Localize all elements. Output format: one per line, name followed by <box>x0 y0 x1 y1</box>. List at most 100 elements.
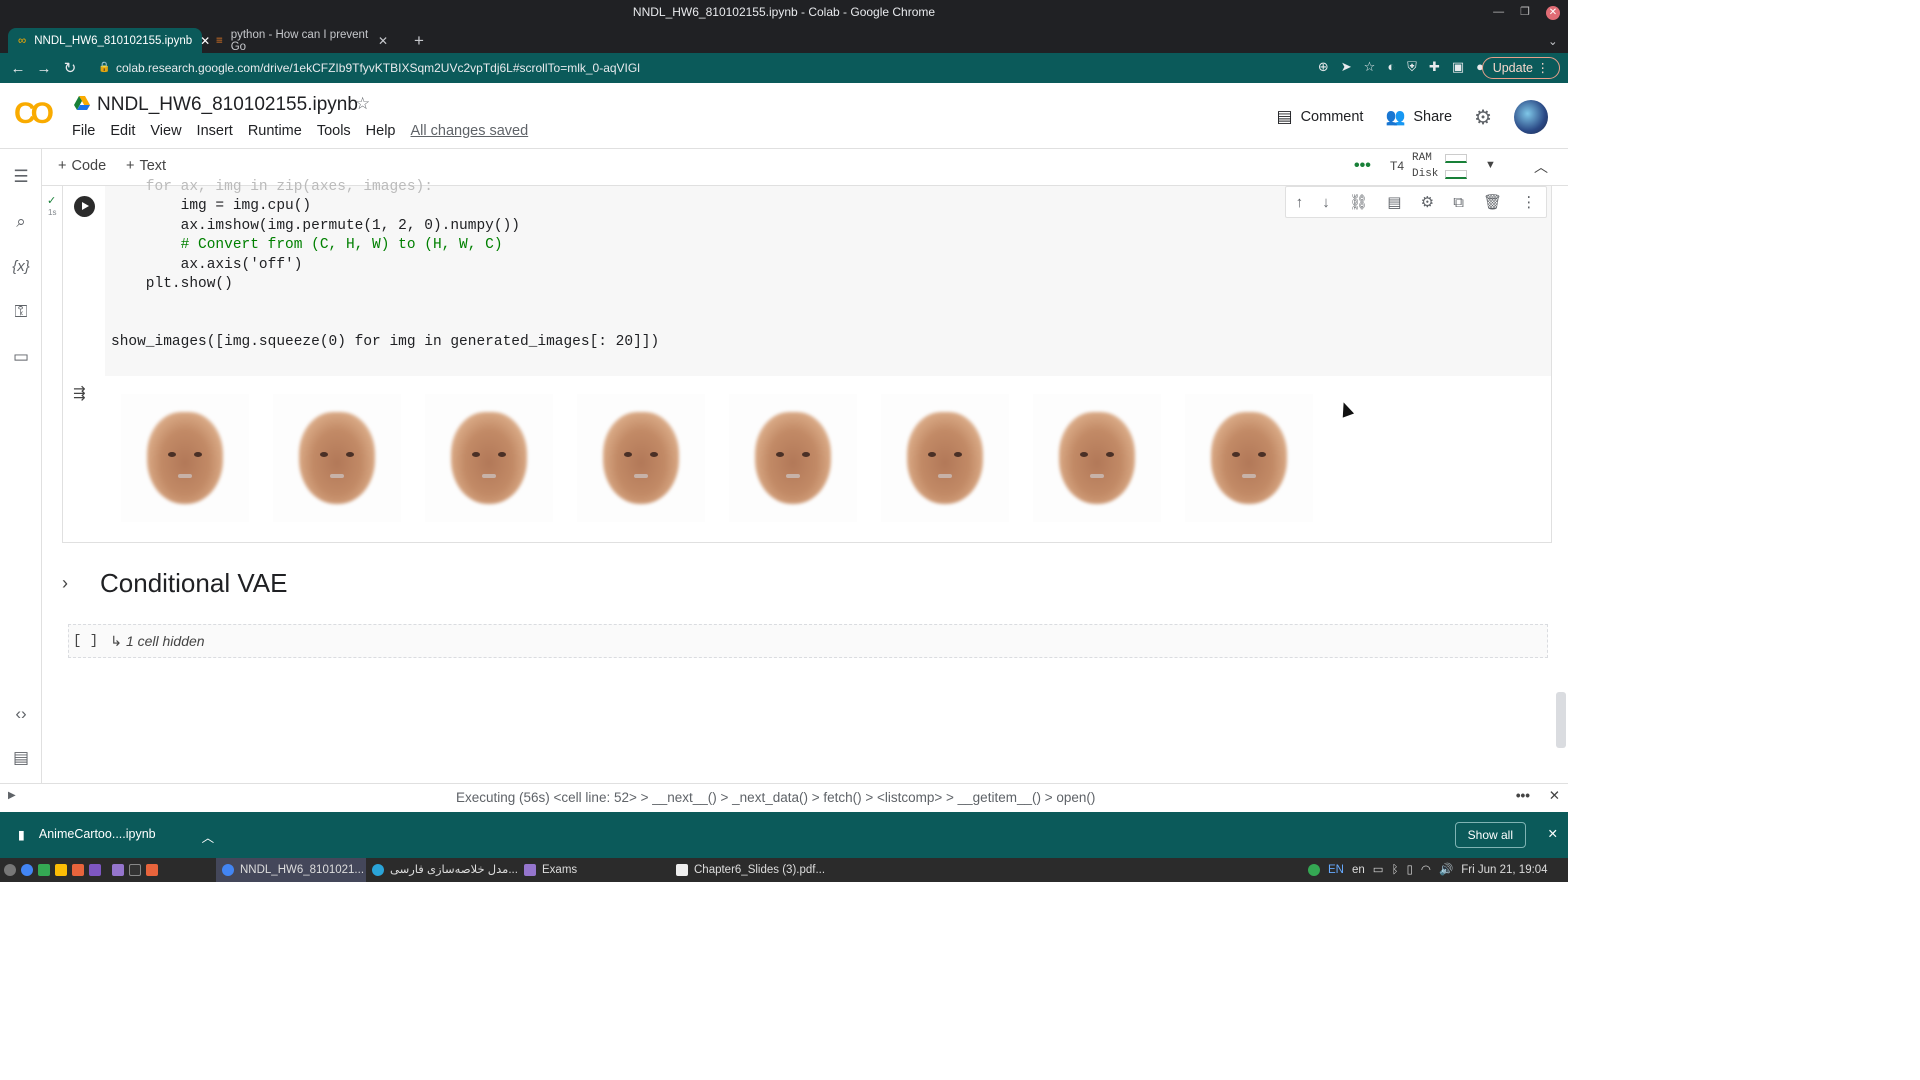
tab-stackoverflow[interactable]: ≡ python - How can I prevent Go ✕ <box>206 28 398 53</box>
close-shelf-icon[interactable]: ✕ <box>1548 826 1558 841</box>
menu-runtime[interactable]: Runtime <box>248 123 302 139</box>
extension-icon[interactable]: ◐ <box>1387 59 1395 75</box>
run-cell-button[interactable] <box>74 196 95 217</box>
forward-icon[interactable]: → <box>31 60 57 77</box>
runtime-dropdown-icon[interactable]: ▼ <box>1485 159 1496 171</box>
mirror-cell-icon[interactable]: ⧉ <box>1453 194 1464 211</box>
monitor-icon[interactable]: ▭ <box>1373 858 1384 882</box>
terminal-icon[interactable] <box>129 864 141 876</box>
clock[interactable]: Fri Jun 21, 19:04 <box>1461 858 1547 882</box>
code-snippets-icon[interactable]: ‹› <box>10 703 32 725</box>
taskbar-item-colab[interactable]: NNDL_HW6_8101021... <box>216 858 366 882</box>
delete-icon[interactable]: 🗑 <box>1483 193 1502 211</box>
move-up-icon[interactable]: ↑ <box>1296 194 1304 211</box>
menu-insert[interactable]: Insert <box>197 123 233 139</box>
chevron-right-icon[interactable]: › <box>62 573 82 594</box>
puzzle-icon[interactable]: ✚ <box>1429 59 1440 75</box>
collapse-header-icon[interactable]: ︿ <box>1534 157 1548 177</box>
expand-status-icon[interactable]: ▶ <box>8 790 16 801</box>
colab-logo[interactable]: CO <box>14 97 54 131</box>
ram-meter[interactable] <box>1445 154 1467 163</box>
cell-settings-icon[interactable]: ⚙ <box>1421 193 1434 211</box>
maximize-icon[interactable]: ❐ <box>1520 0 1530 25</box>
window-title: NNDL_HW6_810102155.ipynb - Colab - Googl… <box>632 5 936 19</box>
wifi-icon[interactable]: ◠ <box>1421 858 1431 882</box>
zoom-icon[interactable]: ⊕ <box>1318 59 1329 75</box>
chrome-icon[interactable] <box>21 864 33 876</box>
bookmark-star-icon[interactable]: ☆ <box>1364 59 1376 75</box>
send-icon[interactable]: ➤ <box>1341 59 1352 75</box>
avatar[interactable] <box>1514 100 1548 134</box>
variables-icon[interactable]: {x} <box>10 256 32 278</box>
add-text-button[interactable]: + Text <box>126 158 166 174</box>
volume-icon[interactable]: 🔊 <box>1439 858 1453 882</box>
disk-meter[interactable] <box>1445 170 1467 179</box>
add-code-button[interactable]: + Code <box>58 158 106 174</box>
sync-icon[interactable] <box>1308 864 1320 876</box>
folder-icon[interactable] <box>112 864 124 876</box>
more-vert-icon[interactable]: ⋮ <box>1521 193 1536 211</box>
menu-help[interactable]: Help <box>366 123 396 139</box>
hidden-cells-bar[interactable]: [ ] ↳ 1 cell hidden <box>68 624 1548 658</box>
tab-search-icon[interactable]: ⌄ <box>1538 28 1564 53</box>
link-icon[interactable]: ⛓ <box>1349 193 1368 211</box>
comment-button[interactable]: ▤ Comment <box>1277 107 1364 127</box>
close-window-icon[interactable]: ✕ <box>1546 5 1560 20</box>
scrollbar[interactable] <box>1556 692 1566 748</box>
move-down-icon[interactable]: ↓ <box>1322 194 1330 211</box>
reload-icon[interactable]: ↻ <box>57 59 83 77</box>
section-heading[interactable]: › Conditional VAE <box>62 568 287 599</box>
command-palette-icon[interactable]: ▤ <box>10 747 32 769</box>
settings-gear-icon[interactable]: ⚙ <box>1474 105 1492 130</box>
menu-tools[interactable]: Tools <box>317 123 351 139</box>
colab-tab-icon: ∞ <box>18 34 27 47</box>
show-all-button[interactable]: Show all <box>1454 822 1526 848</box>
minimize-icon[interactable]: — <box>1493 0 1504 25</box>
menu-view[interactable]: View <box>150 123 181 139</box>
people-icon: 👥 <box>1385 109 1406 126</box>
menu-file[interactable]: File <box>72 123 95 139</box>
files-folder-icon[interactable]: ▭ <box>10 346 32 368</box>
bluetooth-icon[interactable]: ᛒ <box>1392 858 1399 882</box>
table-of-contents-icon[interactable]: ☰ <box>10 166 32 188</box>
left-sidebar: ☰ ⌕ {x} ⚿ ▭ ‹› ▤ <box>0 149 42 783</box>
battery-icon[interactable]: ▯ <box>1407 858 1413 882</box>
sidepanel-icon[interactable]: ▣ <box>1452 59 1464 75</box>
download-item[interactable]: ▮ AnimeCartoo....ipynb ︿ <box>18 827 214 846</box>
notes-icon[interactable] <box>55 864 67 876</box>
menu-edit[interactable]: Edit <box>110 123 135 139</box>
taskbar-item-exams[interactable]: Exams <box>524 858 664 882</box>
lang-indicator[interactable]: EN <box>1328 858 1344 882</box>
code-text[interactable]: for ax, img in zip(axes, images): img = … <box>111 178 659 353</box>
code-line: show_images([img.squeeze(0) for img in g… <box>111 334 660 351</box>
notebook-title[interactable]: NNDL_HW6_810102155.ipynb <box>97 94 358 116</box>
taskbar-item-edge[interactable]: مدل خلاصه‌سازی فارسی... <box>372 858 518 882</box>
code-line: for ax, img in zip(axes, images): <box>111 179 433 195</box>
tab-notebook[interactable]: ∞ NNDL_HW6_810102155.ipynb ✕ <box>8 28 210 53</box>
app2-icon[interactable] <box>72 864 84 876</box>
lang2-indicator[interactable]: en <box>1352 858 1365 882</box>
new-tab-button[interactable]: + <box>404 28 430 53</box>
code-cell[interactable]: ✓ 1s for ax, img in zip(axes, images): i… <box>47 179 1552 543</box>
app3-icon[interactable] <box>89 864 101 876</box>
app-icon[interactable] <box>38 864 50 876</box>
output-clear-icon[interactable]: ⇶ <box>73 384 86 402</box>
app4-icon[interactable] <box>146 864 158 876</box>
menu-icon[interactable] <box>4 864 16 876</box>
chevron-up-icon[interactable]: ︿ <box>202 827 215 846</box>
secrets-key-icon[interactable]: ⚿ <box>10 301 32 323</box>
url-field[interactable]: 🔒 colab.research.google.com/drive/1ekCFZ… <box>90 57 1240 79</box>
update-button[interactable]: Update ⋮ <box>1481 57 1560 79</box>
save-status[interactable]: All changes saved <box>411 123 529 139</box>
comment-cell-icon[interactable]: ▤ <box>1387 193 1401 211</box>
status-more-icon[interactable]: ••• <box>1516 788 1530 803</box>
shield-icon[interactable]: ⛨ <box>1407 59 1417 75</box>
status-close-icon[interactable]: ✕ <box>1549 788 1560 804</box>
taskbar-item-pdf[interactable]: Chapter6_Slides (3).pdf... <box>676 858 836 882</box>
star-icon[interactable]: ☆ <box>355 94 370 114</box>
search-icon[interactable]: ⌕ <box>10 211 32 233</box>
close-tab-icon[interactable]: ✕ <box>378 34 388 48</box>
back-icon[interactable]: ← <box>5 60 31 77</box>
share-button[interactable]: 👥 Share <box>1385 107 1452 127</box>
more-dots-icon[interactable]: ••• <box>1354 157 1371 175</box>
